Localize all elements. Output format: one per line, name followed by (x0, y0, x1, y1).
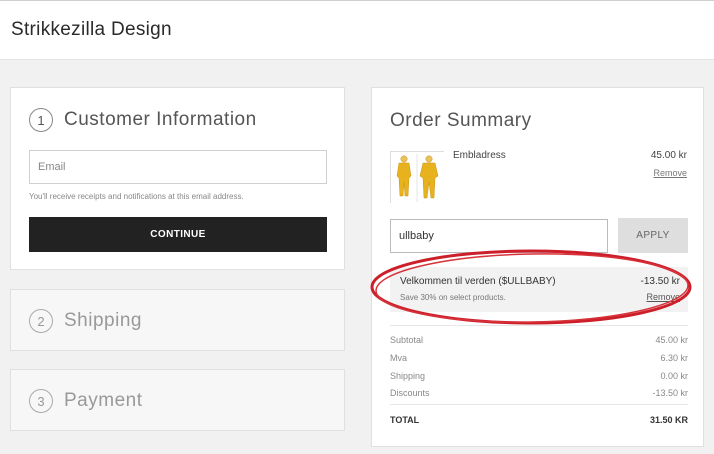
discount-code-input[interactable] (390, 219, 608, 253)
order-summary-title: Order Summary (390, 110, 532, 131)
step-number: 2 (29, 309, 53, 333)
total-value: 31.50 KR (649, 415, 688, 425)
shipping-cost-row: Shipping 0.00 kr (390, 371, 688, 381)
header: Strikkezilla Design (0, 0, 714, 60)
step-number: 1 (29, 108, 53, 132)
step-number: 3 (29, 389, 53, 413)
email-field[interactable] (29, 150, 327, 184)
product-image-icon (391, 152, 445, 204)
order-summary: Order Summary Embladress 45.00 kr Remove… (371, 87, 704, 447)
discount-amount: -13.50 kr (640, 276, 680, 287)
discount-name: Velkommen til verden ($ULLBABY) (400, 276, 556, 287)
customer-information-section: 1 Customer Information You'll receive re… (10, 87, 345, 270)
remove-item-link[interactable]: Remove (653, 168, 687, 178)
customer-step-header: 1 Customer Information (29, 108, 257, 132)
product-thumbnail (390, 151, 445, 204)
divider (390, 325, 688, 326)
tax-row: Mva 6.30 kr (390, 353, 688, 363)
step-title: Shipping (64, 310, 142, 331)
subtotal-row: Subtotal 45.00 kr (390, 335, 688, 345)
product-price: 45.00 kr (650, 150, 687, 161)
total-row: TOTAL 31.50 KR (390, 415, 688, 425)
discount-description: Save 30% on select products. (400, 293, 506, 302)
shipping-step-header: 2 Shipping (29, 309, 142, 333)
discounts-row: Discounts -13.50 kr (390, 388, 688, 398)
shipping-section[interactable]: 2 Shipping (10, 289, 345, 351)
product-name: Embladress (453, 150, 506, 161)
total-label: TOTAL (390, 415, 420, 425)
payment-step-header: 3 Payment (29, 389, 142, 413)
brand-title: Strikkezilla Design (11, 19, 172, 40)
email-hint: You'll receive receipts and notification… (29, 192, 244, 201)
step-title: Payment (64, 390, 143, 411)
apply-button[interactable]: APPLY (618, 218, 688, 253)
applied-discount: Velkommen til verden ($ULLBABY) -13.50 k… (390, 267, 688, 312)
step-title: Customer Information (64, 109, 257, 130)
payment-section[interactable]: 3 Payment (10, 369, 345, 431)
continue-button[interactable]: CONTINUE (29, 217, 327, 252)
divider (390, 404, 688, 405)
remove-discount-link[interactable]: Remove (646, 292, 680, 302)
